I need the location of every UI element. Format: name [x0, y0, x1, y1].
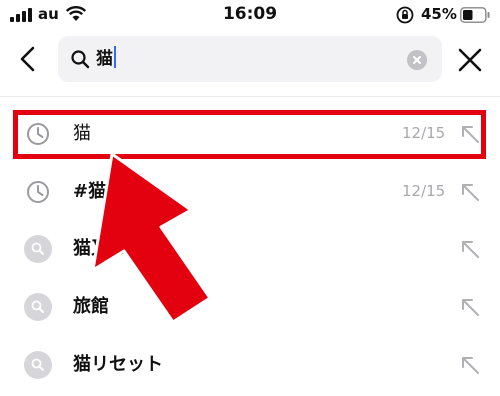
- status-bar: au 16:09 45%: [0, 0, 500, 30]
- search-icon: [24, 351, 52, 379]
- rotation-lock-icon: [396, 6, 414, 24]
- clock-icon: [27, 181, 49, 203]
- fill-query-icon[interactable]: [458, 353, 482, 377]
- list-item[interactable]: 旅館: [0, 279, 500, 335]
- result-label: #猫: [73, 181, 107, 202]
- result-label: 猫リセット: [73, 354, 163, 375]
- list-item[interactable]: #猫 12/15: [0, 164, 500, 220]
- result-label: 猫又おか: [73, 238, 145, 259]
- clear-button[interactable]: [407, 50, 427, 70]
- search-query: 猫: [96, 46, 116, 71]
- close-button[interactable]: [456, 46, 484, 74]
- search-header: 猫: [0, 30, 500, 92]
- list-item[interactable]: 猫又おか: [0, 221, 500, 277]
- result-label: 旅館: [73, 296, 109, 317]
- result-date: 12/15: [402, 182, 446, 200]
- fill-query-icon[interactable]: [458, 237, 482, 261]
- search-icon: [71, 50, 90, 69]
- search-input[interactable]: 猫: [58, 36, 442, 82]
- search-icon: [24, 235, 52, 263]
- fill-query-icon[interactable]: [458, 180, 482, 204]
- text-cursor: [114, 46, 116, 68]
- back-button[interactable]: [14, 44, 44, 74]
- battery-percent: 45%: [421, 5, 457, 23]
- clock-icon: [27, 123, 49, 145]
- fill-query-icon[interactable]: [458, 122, 482, 146]
- clear-circle-icon: [413, 56, 421, 64]
- result-date: 12/15: [402, 124, 446, 142]
- list-item[interactable]: 猫 12/15: [0, 106, 500, 162]
- list-item[interactable]: 猫リセット: [0, 337, 500, 393]
- header-divider: [0, 96, 500, 97]
- fill-query-icon[interactable]: [458, 295, 482, 319]
- result-label: 猫: [73, 123, 91, 144]
- battery-icon: [460, 7, 490, 23]
- search-icon: [24, 293, 52, 321]
